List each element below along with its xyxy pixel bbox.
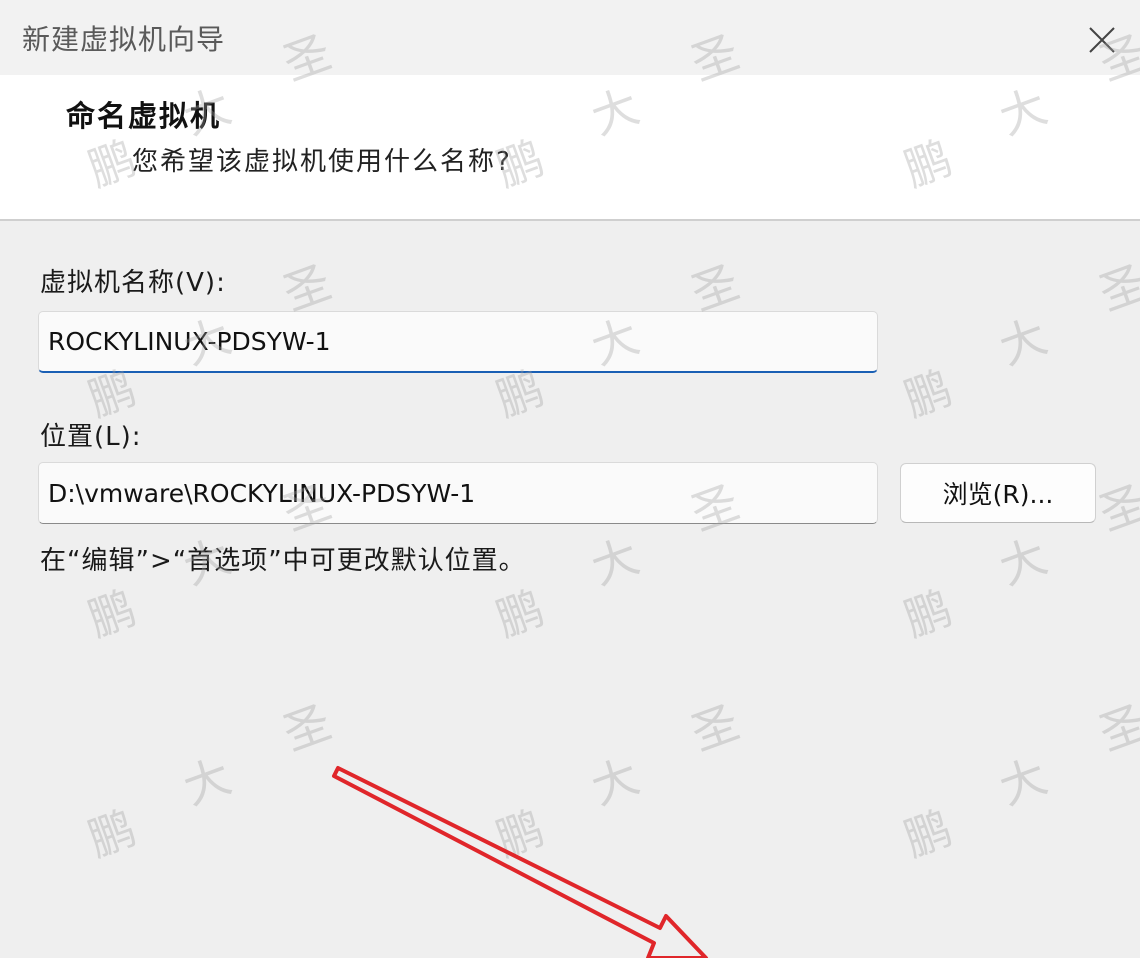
- watermark-char: 圣: [1092, 474, 1140, 542]
- watermark-char: 大: [992, 308, 1054, 376]
- watermark-char: 圣: [276, 694, 338, 762]
- close-button[interactable]: [1078, 16, 1126, 64]
- watermark-char: 大: [992, 748, 1054, 816]
- watermark-char: 鹏: [489, 800, 551, 868]
- close-icon: [1089, 27, 1115, 53]
- vm-name-label: 虚拟机名称(V):: [40, 268, 226, 298]
- location-input[interactable]: [39, 463, 877, 523]
- watermark-char: 鹏: [81, 800, 143, 868]
- watermark-char: 鹏: [897, 800, 959, 868]
- location-hint: 在“编辑”>“首选项”中可更改默认位置。: [40, 546, 526, 576]
- vm-name-field[interactable]: [38, 311, 878, 373]
- wizard-header: 命名虚拟机 您希望该虚拟机使用什么名称?: [0, 75, 1140, 221]
- watermark-char: 鹏: [897, 580, 959, 648]
- title-bar: 新建虚拟机向导: [0, 0, 1140, 75]
- watermark-char: 大: [584, 528, 646, 596]
- watermark-char: 圣: [1092, 694, 1140, 762]
- location-label: 位置(L):: [40, 422, 142, 452]
- red-arrow-icon: [332, 766, 708, 958]
- watermark-char: 圣: [684, 694, 746, 762]
- browse-button[interactable]: 浏览(R)...: [900, 463, 1096, 523]
- watermark-char: 鹏: [81, 580, 143, 648]
- page-title: 命名虚拟机: [66, 99, 222, 133]
- watermark-char: 鹏: [489, 580, 551, 648]
- watermark-char: 大: [992, 528, 1054, 596]
- wizard-window: 新建虚拟机向导 命名虚拟机 您希望该虚拟机使用什么名称? 虚拟机名称(V): 位…: [0, 0, 1140, 958]
- window-title: 新建虚拟机向导: [22, 23, 226, 56]
- page-subtitle: 您希望该虚拟机使用什么名称?: [132, 147, 512, 177]
- watermark-char: 鹏: [897, 360, 959, 428]
- watermark-char: 大: [584, 748, 646, 816]
- watermark-char: 圣: [1092, 254, 1140, 322]
- watermark-char: 大: [176, 748, 238, 816]
- vm-name-input[interactable]: [39, 312, 877, 371]
- location-field[interactable]: [38, 462, 878, 524]
